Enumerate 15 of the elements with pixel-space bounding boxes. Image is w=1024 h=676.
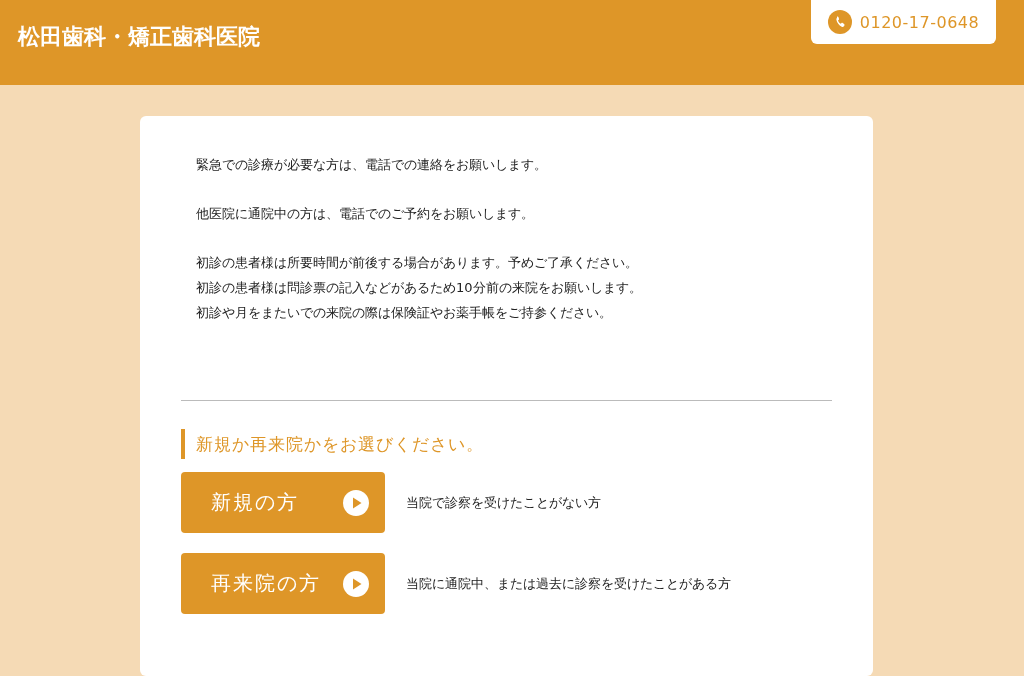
site-title: 松田歯科・矯正歯科医院 (18, 23, 260, 51)
section-heading: 新規か再来院かをお選びください。 (181, 429, 832, 459)
option-button[interactable]: 再来院の方 (181, 553, 385, 614)
phone-icon (827, 10, 852, 34)
play-icon (343, 570, 369, 597)
phone-button[interactable]: 0120-17-0648 (811, 0, 996, 44)
notice-text: 他医院に通院中の方は、電話でのご予約をお願いします。 (196, 205, 535, 223)
notice-text: 初診の患者様は所要時間が前後する場合があります。予めご了承ください。 (196, 254, 639, 272)
option-button[interactable]: 新規の方 (181, 472, 385, 533)
notice-text: 初診や月をまたいでの来院の際は保険証やお薬手帳をご持参ください。 (196, 304, 613, 322)
play-icon (343, 489, 369, 516)
option-description: 当院に通院中、または過去に診察を受けたことがある方 (406, 574, 731, 593)
notice-text: 初診の患者様は問診票の記入などがあるため10分前の来院をお願いします。 (196, 279, 643, 297)
notice-text: 緊急での診療が必要な方は、電話での連絡をお願いします。 (196, 156, 548, 174)
option-description: 当院で診察を受けたことがない方 (406, 493, 601, 512)
